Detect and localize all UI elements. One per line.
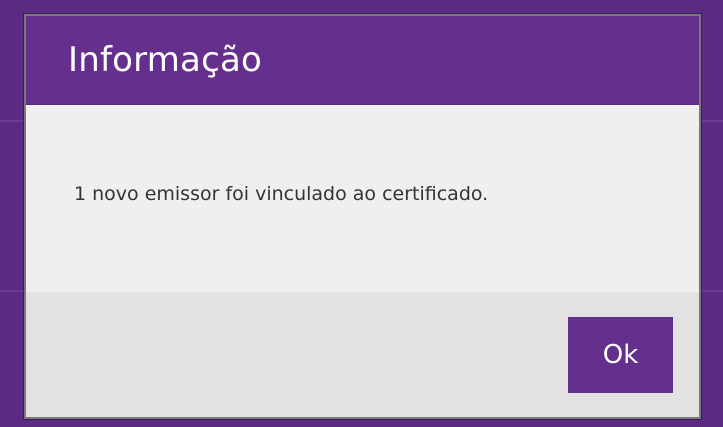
dialog-footer: Ok bbox=[26, 292, 699, 417]
backdrop-divider bbox=[0, 120, 24, 122]
backdrop-divider bbox=[701, 290, 723, 292]
info-dialog: Informação 1 novo emissor foi vinculado … bbox=[24, 14, 701, 419]
backdrop-divider bbox=[0, 290, 24, 292]
dialog-header: Informação bbox=[26, 16, 699, 105]
ok-button[interactable]: Ok bbox=[568, 317, 673, 393]
backdrop-divider bbox=[701, 120, 723, 122]
dialog-body: 1 novo emissor foi vinculado ao certific… bbox=[26, 105, 699, 292]
dialog-title: Informação bbox=[68, 40, 263, 80]
dialog-message: 1 novo emissor foi vinculado ao certific… bbox=[74, 183, 489, 205]
